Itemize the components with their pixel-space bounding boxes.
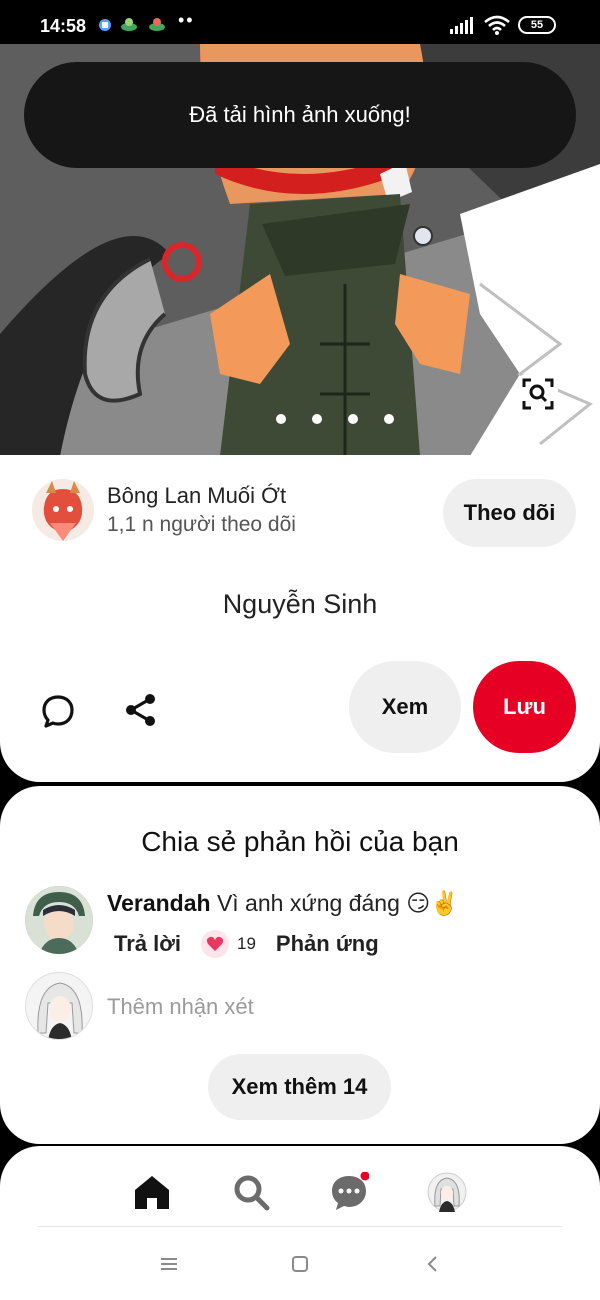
battery-indicator: 55 xyxy=(518,16,556,34)
download-toast: Đã tải hình ảnh xuống! xyxy=(24,62,576,168)
add-comment-input[interactable]: Thêm nhận xét xyxy=(107,994,254,1020)
creator-avatar[interactable] xyxy=(32,479,94,541)
comment-icon[interactable] xyxy=(40,693,76,729)
reply-button[interactable]: Trả lời xyxy=(114,931,181,957)
system-home-button[interactable] xyxy=(280,1246,320,1282)
notification-game-icon xyxy=(121,18,137,31)
comment-body: Vì anh xứng đáng 😏✌️ xyxy=(216,890,459,916)
status-bar: 14:58 •• 55 xyxy=(0,0,600,44)
comment-text: Verandah Vì anh xứng đáng 😏✌️ xyxy=(107,890,459,917)
current-user-avatar xyxy=(25,972,93,1040)
share-icon[interactable] xyxy=(122,691,160,729)
commenter-avatar-image xyxy=(25,886,93,954)
react-button[interactable]: Phản ứng xyxy=(276,931,379,957)
heart-reaction-icon[interactable] xyxy=(201,930,229,958)
comment-author[interactable]: Verandah xyxy=(107,890,211,916)
more-notifications: •• xyxy=(178,10,195,30)
image-pagination xyxy=(276,414,394,424)
pin-image[interactable]: Đã tải hình ảnh xuống! xyxy=(0,44,600,456)
heart-icon xyxy=(206,936,224,951)
visual-search-icon xyxy=(522,378,554,410)
reaction-count: 19 xyxy=(237,934,256,953)
page-dot[interactable] xyxy=(348,414,358,424)
see-more-comments-button[interactable]: Xem thêm 14 xyxy=(208,1054,391,1120)
follow-button[interactable]: Theo dõi xyxy=(443,479,576,547)
comments-heading: Chia sẻ phản hồi của bạn xyxy=(141,826,459,857)
creator-followers: 1,1 n người theo dõi xyxy=(107,513,296,536)
creator-name[interactable]: Bông Lan Muối Ớt xyxy=(107,483,286,509)
recents-icon xyxy=(161,1258,177,1270)
notification-game-icon xyxy=(149,18,165,31)
status-indicators: 55 xyxy=(450,14,556,36)
home-square-icon xyxy=(292,1256,308,1272)
tab-profile[interactable] xyxy=(425,1170,469,1214)
page-dot[interactable] xyxy=(384,414,394,424)
visual-search-button[interactable] xyxy=(518,374,558,414)
commenter-avatar[interactable] xyxy=(25,886,93,954)
back-icon xyxy=(427,1256,437,1272)
system-recents-button[interactable] xyxy=(149,1246,189,1282)
pin-title: Nguyễn Sinh xyxy=(222,589,378,619)
search-icon xyxy=(234,1175,270,1211)
home-icon xyxy=(135,1176,169,1209)
save-button[interactable]: Lưu xyxy=(473,661,576,753)
comment-actions: Trả lời 19 Phản ứng xyxy=(114,930,379,958)
nav-divider xyxy=(38,1226,562,1227)
comments-card: Chia sẻ phản hồi của bạn Verandah Vì anh… xyxy=(0,786,600,1144)
pin-details-card: Bông Lan Muối Ớt 1,1 n người theo dõi Th… xyxy=(0,455,600,782)
system-back-button[interactable] xyxy=(412,1246,452,1282)
status-time: 14:58 xyxy=(40,16,87,36)
view-button[interactable]: Xem xyxy=(349,661,461,753)
page-dot[interactable] xyxy=(276,414,286,424)
page-dot[interactable] xyxy=(312,414,322,424)
profile-avatar xyxy=(427,1172,467,1212)
messages-icon xyxy=(332,1172,369,1210)
creator-avatar-image xyxy=(32,479,94,541)
tab-search[interactable] xyxy=(229,1170,273,1214)
tab-home[interactable] xyxy=(130,1170,174,1214)
signal-icon xyxy=(450,17,473,34)
notification-app-icon xyxy=(99,19,111,31)
tab-messages[interactable] xyxy=(327,1170,371,1214)
bottom-navigation xyxy=(0,1146,600,1300)
wifi-icon xyxy=(484,15,510,35)
current-user-avatar-image xyxy=(26,973,92,1039)
